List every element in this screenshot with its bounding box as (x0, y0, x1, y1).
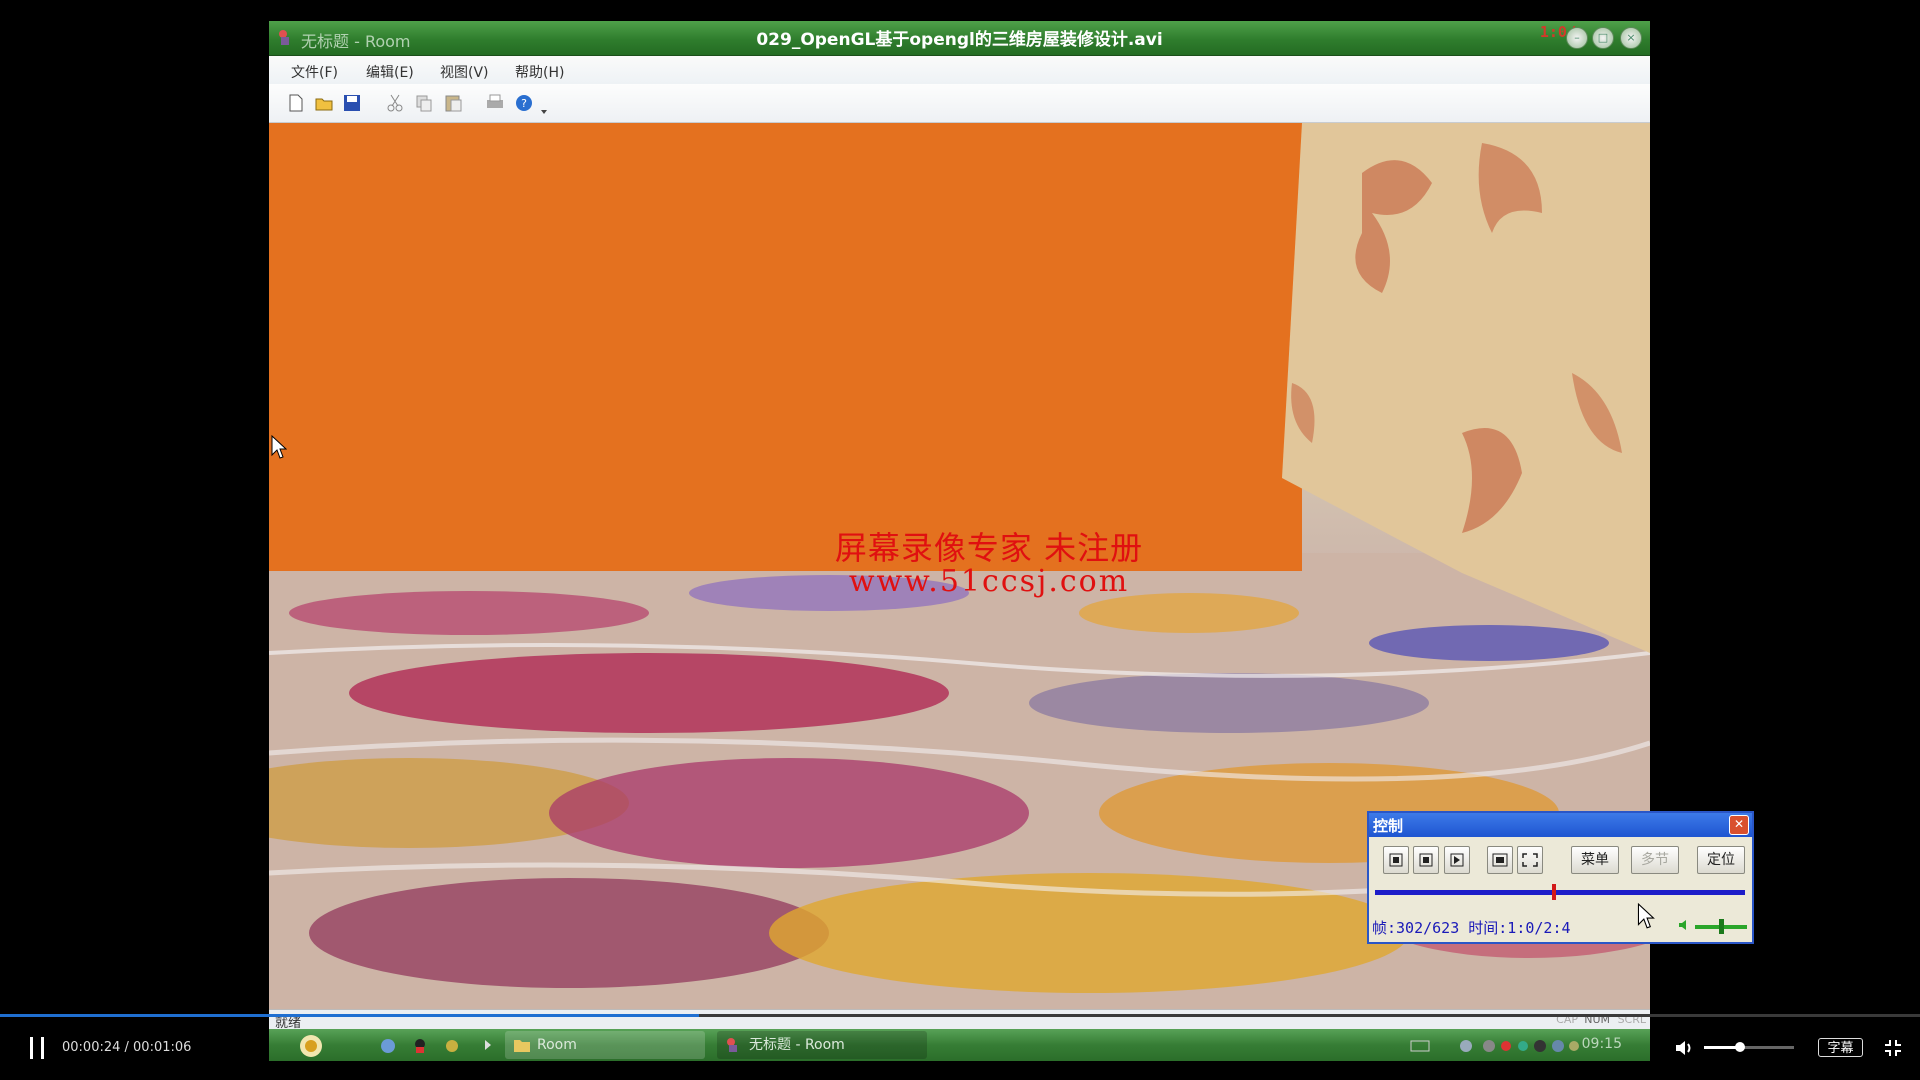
volume-slider[interactable] (1704, 1042, 1794, 1052)
svg-text:?: ? (521, 97, 527, 110)
tray-icon[interactable] (1457, 1037, 1475, 1055)
locate-button[interactable]: 定位 (1697, 846, 1745, 874)
stop-icon (1419, 853, 1433, 867)
frame-slider[interactable] (1375, 884, 1745, 900)
volume-icon[interactable] (1678, 918, 1692, 932)
frame-time-info: 帧:302/623 时间:1:0/2:4 (1372, 919, 1571, 937)
mouse-cursor-icon (1637, 903, 1655, 929)
fullscreen-mode-button[interactable] (1517, 846, 1543, 874)
window-mode-button[interactable] (1487, 846, 1513, 874)
menu-button[interactable]: 菜单 (1571, 846, 1619, 874)
multi-section-button[interactable]: 多节 (1631, 846, 1679, 874)
watermark-text: 屏幕录像专家 未注册 (834, 529, 1144, 567)
tray-clock: 09:15 (1581, 1036, 1622, 1052)
control-panel-titlebar: 控制 ✕ (1369, 813, 1752, 837)
quicklaunch-icon[interactable] (443, 1037, 461, 1055)
volume-icon[interactable] (1674, 1037, 1696, 1059)
menu-view[interactable]: 视图(V) (440, 62, 489, 82)
recorder-control-panel: 控制 ✕ 菜单 多节 定位 帧:302/623 时间:1:0/2:4 (1367, 811, 1754, 944)
volume-knob[interactable] (1735, 1042, 1745, 1052)
step-back-icon (1389, 853, 1403, 867)
watermark-url: www.51ccsj.com (848, 564, 1130, 599)
subtitle-button[interactable]: 字幕 (1818, 1038, 1863, 1057)
taskbar-folder-label: Room (537, 1037, 577, 1053)
step-back-button[interactable] (1383, 846, 1409, 874)
taskbar-item-app[interactable]: 无标题 - Room (717, 1031, 927, 1059)
taskbar-app-label: 无标题 - Room (749, 1037, 845, 1053)
step-forward-icon (1450, 853, 1464, 867)
menu-edit[interactable]: 编辑(E) (366, 62, 414, 82)
toolbar-overflow-icon[interactable] (539, 98, 549, 118)
new-file-icon[interactable] (286, 93, 306, 113)
pause-icon (30, 1037, 33, 1059)
paste-icon[interactable] (443, 93, 463, 113)
video-progress-bar[interactable] (0, 1014, 1920, 1017)
fullscreen-mode-icon (1522, 853, 1538, 867)
copy-icon[interactable] (414, 93, 434, 113)
qq-icon[interactable] (411, 1037, 429, 1055)
control-volume-knob[interactable] (1719, 919, 1724, 934)
menu-bar: 文件(F) 编辑(E) 视图(V) 帮助(H) (269, 56, 1650, 84)
taskbar-item-folder[interactable]: Room (505, 1031, 705, 1059)
help-icon[interactable]: ? (514, 93, 534, 113)
system-tray-icons[interactable] (1480, 1037, 1580, 1055)
minimize-icon[interactable]: – (1566, 27, 1588, 49)
close-icon[interactable]: × (1620, 27, 1642, 49)
video-title: 029_OpenGL基于opengl的三维房屋装修设计.avi (756, 30, 1163, 50)
expand-arrow-icon[interactable] (483, 1039, 493, 1051)
start-button-icon[interactable] (297, 1032, 325, 1060)
stop-button[interactable] (1413, 846, 1439, 874)
keyboard-icon[interactable] (1410, 1038, 1430, 1054)
exit-fullscreen-icon[interactable] (1883, 1038, 1903, 1058)
mouse-cursor-icon (271, 435, 287, 459)
save-icon[interactable] (342, 93, 362, 113)
app-task-icon (727, 1038, 737, 1052)
browser-icon[interactable] (379, 1037, 397, 1055)
patterned-wall (1282, 123, 1650, 653)
pause-button[interactable] (27, 1037, 47, 1059)
app-titlebar: 无标题 - Room 029_OpenGL基于opengl的三维房屋装修设计.a… (269, 21, 1650, 56)
menu-file[interactable]: 文件(F) (291, 62, 338, 82)
app-statusbar: 就绪 CAP NUM SCRL (269, 1009, 1650, 1031)
folder-icon (514, 1040, 530, 1052)
watermark: 屏幕录像专家 未注册 www.51ccsj.com (759, 531, 1219, 599)
playback-time: 00:00:24 / 00:01:06 (62, 1040, 192, 1055)
frame-slider-thumb[interactable] (1552, 884, 1557, 900)
video-progress-fill (0, 1014, 699, 1017)
print-icon[interactable] (485, 93, 505, 113)
os-taskbar: Room 无标题 - Room 09:15 (269, 1029, 1650, 1061)
maximize-icon[interactable]: □ (1592, 27, 1614, 49)
toolbar: ? (269, 84, 1650, 123)
close-icon[interactable]: ✕ (1729, 815, 1749, 835)
orange-wall (269, 123, 1302, 571)
control-panel-title: 控制 (1373, 817, 1404, 835)
open-folder-icon[interactable] (314, 93, 334, 113)
step-forward-button[interactable] (1444, 846, 1470, 874)
window-mode-icon (1492, 853, 1508, 867)
cut-icon[interactable] (385, 93, 405, 113)
pause-icon-bar (41, 1037, 44, 1059)
menu-help[interactable]: 帮助(H) (515, 62, 564, 82)
